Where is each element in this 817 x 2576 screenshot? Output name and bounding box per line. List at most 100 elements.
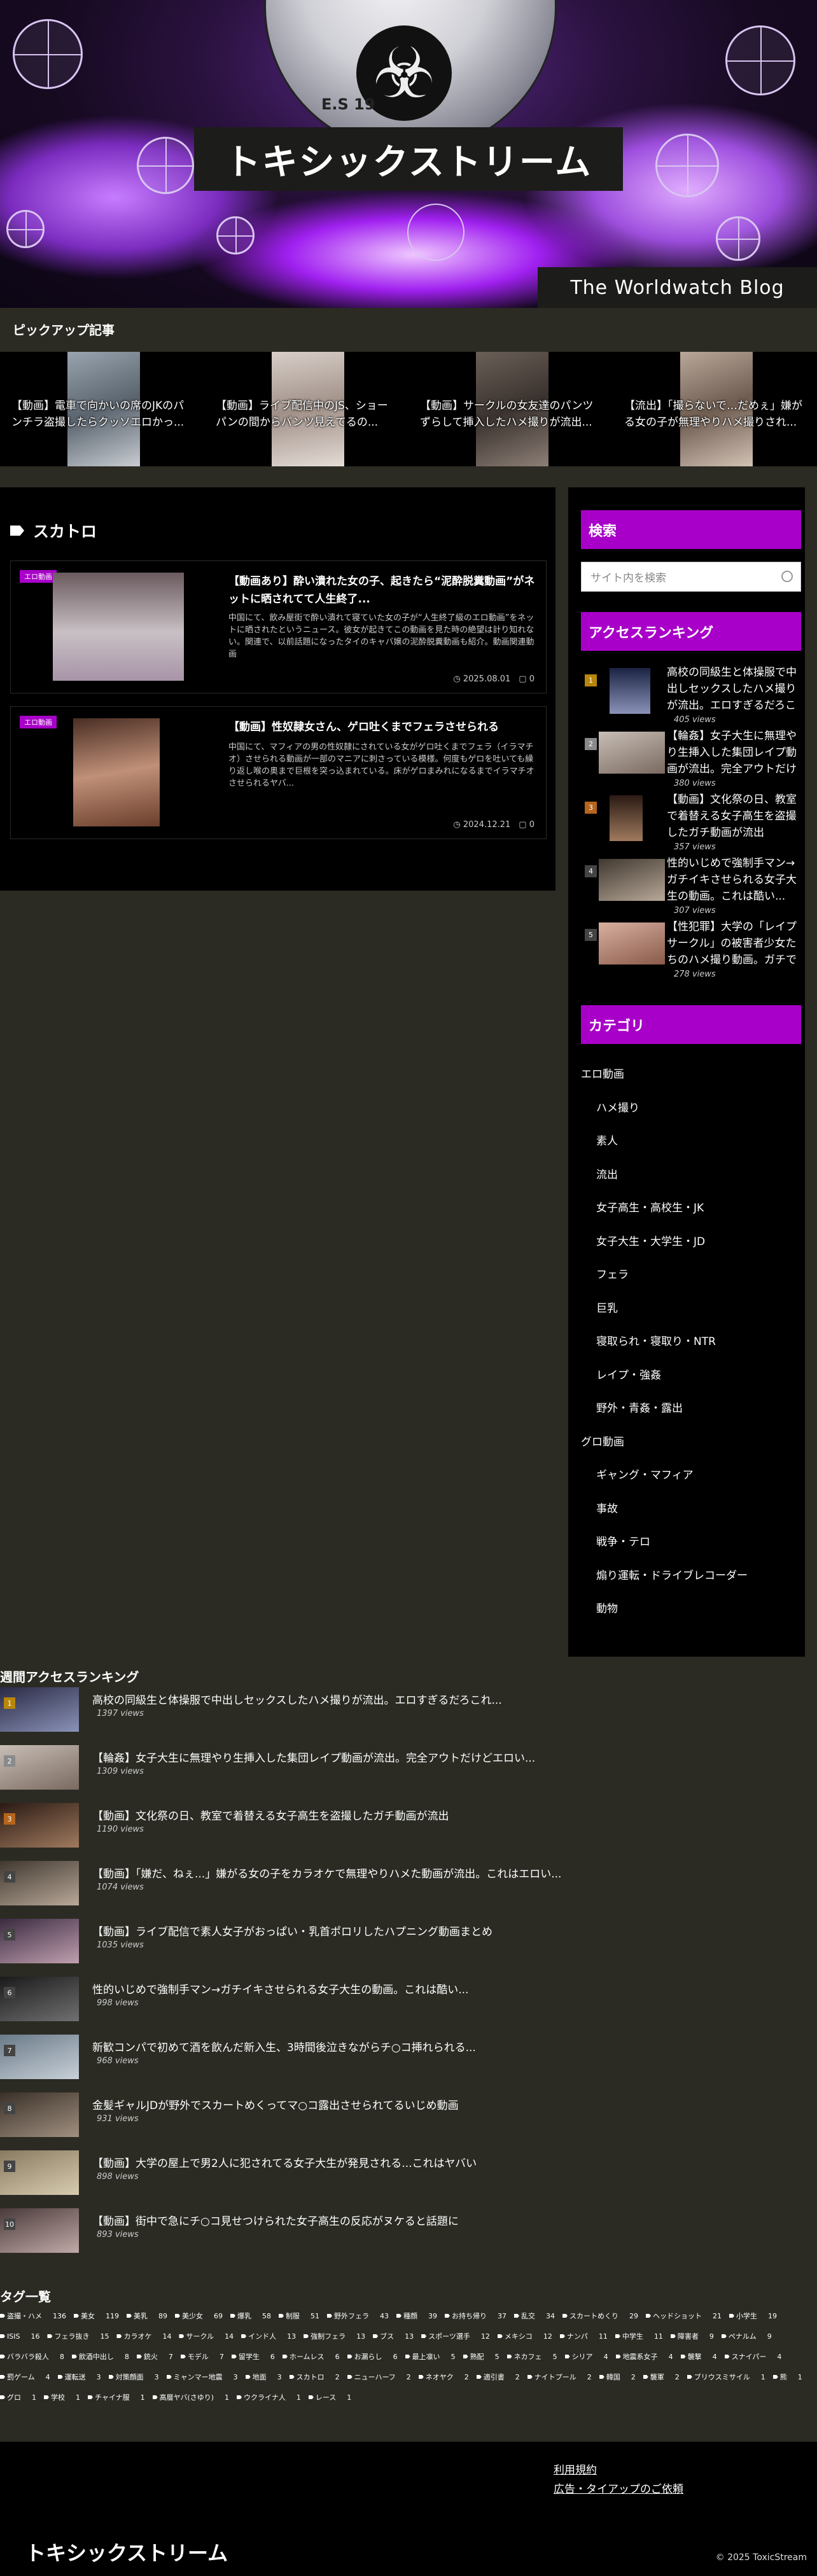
tag-link[interactable]: 留学生 6 [231,2350,283,2363]
tag-link[interactable]: ホームレス 6 [282,2350,347,2363]
tag-link[interactable]: 適引書 2 [476,2371,527,2383]
tag-link[interactable]: ブリウスミサイル 1 [687,2371,773,2383]
tag-link[interactable]: 小学生 19 [729,2309,785,2322]
tag-link[interactable]: 地震系女子 4 [615,2350,681,2363]
tag-link[interactable]: スカートめくり 29 [562,2309,646,2322]
category-badge[interactable]: エロ動画 [20,716,57,728]
tag-link[interactable]: 爆乳 58 [230,2309,279,2322]
ranking-title[interactable]: 【動画】文化祭の日、教室で着替える女子高生を盗撮したガチ動画が流出 [667,791,802,841]
tag-link[interactable]: 乱交 34 [514,2309,562,2322]
tag-link[interactable]: スナイパー 4 [724,2350,790,2363]
ranking-title[interactable]: 【性犯罪】大学の「レイプサークル」の被害者少女たちのハメ撮り動画。ガチでヤバい [667,919,802,968]
tag-link[interactable]: グロ 1 [0,2391,44,2404]
category-link[interactable]: 寝取られ・寝取り・NTR [596,1332,716,1348]
tag-link[interactable]: 熊1 [772,2371,810,2383]
tag-link[interactable]: モデル 7 [180,2350,232,2363]
weekly-thumbnail[interactable] [0,1919,79,1963]
tag-link[interactable]: ISIS 16 [0,2330,47,2343]
category-link[interactable]: 女子大生・大学生・JD [596,1232,705,1248]
pickup-item[interactable]: 【流出】「撮らないで…だめぇ」嫌がる女の子が無理やりハメ撮りされ... [613,352,817,466]
weekly-ranking-item[interactable]: 10 【動画】街中で急にチ○コ見せつけられた女子高生の反応がヌケると話題に 893 … [0,2208,817,2253]
ranking-title[interactable]: 性的いじめで強制手マン→ガチイキさせられる女子大生の動画。これは酷い... [667,855,802,905]
tag-link[interactable]: ミャンマー地震 3 [166,2371,246,2383]
tag-link[interactable]: 野外フェラ 43 [327,2309,396,2322]
tag-link[interactable]: 熟配 5 [463,2350,507,2363]
tag-link[interactable]: カラオケ 14 [116,2330,179,2343]
ranking-thumbnail[interactable] [610,668,650,714]
tag-link[interactable]: 強制フェラ 13 [304,2330,373,2343]
footer-site-title[interactable]: トキシックストリーム [25,2537,228,2566]
ranking-thumbnail[interactable] [610,795,643,841]
tag-link[interactable]: 美少女 69 [175,2309,230,2322]
tag-link[interactable]: 学校 1 [44,2391,88,2404]
tag-link[interactable]: 運転送 3 [57,2371,109,2383]
weekly-ranking-item[interactable]: 3 【動画】文化祭の日、教室で着替える女子高生を盗撮したガチ動画が流出 1190 v… [0,1803,817,1848]
weekly-title[interactable]: 【動画】街中で急にチ○コ見せつけられた女子高生の反応がヌケると話題に [92,2212,459,2228]
category-link[interactable]: 野外・青姦・露出 [596,1399,683,1415]
tag-link[interactable]: 対策顔面 3 [108,2371,167,2383]
post-thumbnail[interactable] [53,573,184,681]
category-link[interactable]: 動物 [596,1599,618,1615]
post-title[interactable]: 【動画】性奴隷女さん、ゲロ吐くまでフェラさせられる [228,718,540,736]
tag-link[interactable]: 中学生 11 [615,2330,671,2343]
weekly-ranking-item[interactable]: 1 高校の同級生と体操服で中出しセックスしたハメ撮りが流出。エロすぎるだろこれ..… [0,1687,817,1732]
ranking-item[interactable]: 3 【動画】文化祭の日、教室で着替える女子高生を盗撮したガチ動画が流出 357 … [581,791,802,852]
weekly-title[interactable]: 【動画】大学の屋上で男2人に犯されてる女子大生が発見される...これはヤバい [92,2154,477,2170]
weekly-title[interactable]: 高校の同級生と体操服で中出しセックスしたハメ撮りが流出。エロすぎるだろこれ... [92,1691,502,1707]
tag-link[interactable]: ブス 13 [373,2330,421,2343]
weekly-title[interactable]: 【輪姦】女子大生に無理やり生挿入した集団レイプ動画が流出。完全アウトだけどエロい… [92,1749,535,1765]
category-link[interactable]: 女子高生・高校生・JK [596,1199,704,1215]
tag-link[interactable]: 制服 51 [279,2309,327,2322]
category-link[interactable]: 素人 [596,1132,618,1148]
ranking-title[interactable]: 【輪姦】女子大生に無理やり生挿入した集団レイプ動画が流出。完全アウトだけどエロい… [667,728,802,777]
weekly-thumbnail[interactable] [0,2035,79,2079]
search-input[interactable]: サイト内を検索 [581,562,801,592]
category-link[interactable]: 巨乳 [596,1299,618,1315]
tag-link[interactable]: シリア 4 [564,2350,616,2363]
weekly-ranking-item[interactable]: 6 性的いじめで強制手マン→ガチイキさせられる女子大生の動画。これは酷い... 99… [0,1977,817,2021]
ranking-item[interactable]: 2 【輪姦】女子大生に無理やり生挿入した集団レイプ動画が流出。完全アウトだけどエ… [581,728,802,788]
tag-link[interactable]: 盗撮・ハメ 136 [0,2309,74,2322]
ranking-thumbnail[interactable] [599,859,665,901]
tag-link[interactable]: ウクライナ人 1 [237,2391,309,2404]
category-link[interactable]: フェラ [596,1265,629,1281]
ranking-thumbnail[interactable] [599,922,665,964]
tag-link[interactable]: ヘッドショット 21 [646,2309,729,2322]
tag-link[interactable]: バラバラ殺人 8 [0,2350,72,2363]
footer-link-ad-inquiry[interactable]: 広告・タイアップのご依頼 [554,2480,683,2496]
post-thumbnail[interactable] [73,718,160,826]
category-link[interactable]: ギャング・マフィア [596,1466,694,1482]
weekly-title[interactable]: 【動画】ライブ配信で素人女子がおっぱい・乳首ポロリしたハプニング動画まとめ [92,1923,492,1939]
tag-link[interactable]: スポーツ選手 12 [421,2330,498,2343]
weekly-thumbnail[interactable] [0,1977,79,2021]
category-link[interactable]: 戦争・テロ [596,1533,650,1549]
weekly-ranking-item[interactable]: 2 【輪姦】女子大生に無理やり生挿入した集団レイプ動画が流出。完全アウトだけどエロ… [0,1745,817,1790]
tag-link[interactable]: サークル 14 [179,2330,241,2343]
ranking-title[interactable]: 高校の同級生と体操服で中出しセックスしたハメ撮りが流出。エロすぎるだろこれ... [667,664,802,714]
tag-link[interactable]: ナンパ 11 [559,2330,615,2343]
weekly-thumbnail[interactable] [0,1803,79,1848]
tag-link[interactable]: スカトロ 2 [289,2371,347,2383]
ranking-item[interactable]: 5 【性犯罪】大学の「レイプサークル」の被害者少女たちのハメ撮り動画。ガチでヤバ… [581,919,802,979]
category-link[interactable]: レイプ・強姦 [596,1366,661,1382]
tag-link[interactable]: お漏らし 6 [347,2350,405,2363]
tag-link[interactable]: 障害者 9 [670,2330,722,2343]
post-title[interactable]: 【動画あり】酔い潰れた女の子、起きたら“泥酔脱糞動画”がネットに晒されてて人生終… [228,573,540,608]
tag-link[interactable]: 襲撃 4 [680,2350,725,2363]
pickup-item[interactable]: 【動画】サークルの女友達のパンツずらして挿入したハメ撮りが流出... [408,352,613,466]
tag-link[interactable]: 飲酒中出し 8 [71,2350,137,2363]
site-title[interactable]: トキシックストリーム [194,127,623,191]
ranking-thumbnail[interactable] [599,732,665,774]
weekly-thumbnail[interactable] [0,2150,79,2195]
category-link[interactable]: ハメ撮り [596,1099,639,1115]
category-link[interactable]: 事故 [596,1500,618,1515]
weekly-ranking-item[interactable]: 9 【動画】大学の屋上で男2人に犯されてる女子大生が発見される...これはヤバい 8… [0,2150,817,2195]
weekly-thumbnail[interactable] [0,1745,79,1790]
tag-link[interactable]: 美女 119 [74,2309,127,2322]
tag-link[interactable]: ネカフェ 5 [506,2350,565,2363]
tag-link[interactable]: 高層ヤバ(さゆり) 1 [152,2391,237,2404]
post-card[interactable]: エロ動画 【動画あり】酔い潰れた女の子、起きたら“泥酔脱糞動画”がネットに晒され… [10,560,547,693]
category-link[interactable]: 流出 [596,1166,618,1181]
tag-link[interactable]: レース 1 [308,2391,359,2404]
weekly-thumbnail[interactable] [0,2092,79,2137]
